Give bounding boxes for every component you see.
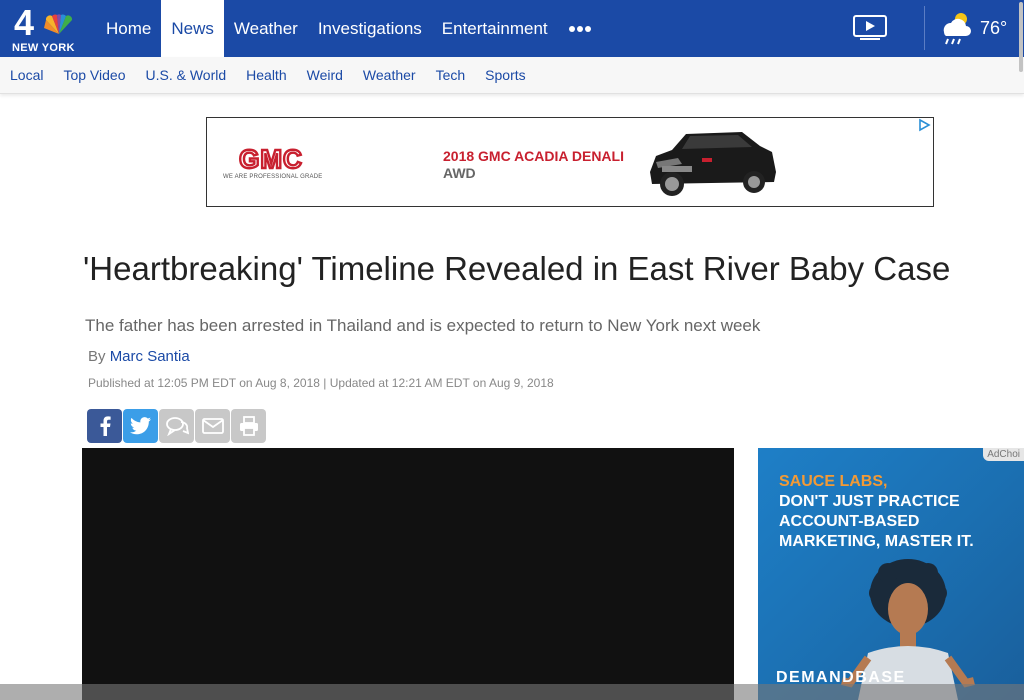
twitter-share-button[interactable]	[123, 409, 158, 443]
print-icon	[239, 416, 258, 436]
peacock-icon	[44, 14, 73, 34]
video-player[interactable]	[82, 448, 734, 700]
bottom-overlay-bar	[0, 684, 1024, 700]
author-link[interactable]: Marc Santia	[110, 348, 190, 365]
gmc-banner-ad[interactable]: GMC WE ARE PROFESSIONAL GRADE 2018 GMC A…	[206, 117, 934, 207]
weather-divider	[924, 6, 925, 50]
byline-prefix: By	[88, 348, 106, 365]
subnav-top-video[interactable]: Top Video	[53, 67, 135, 83]
subnav-local[interactable]: Local	[0, 67, 53, 83]
share-bar	[87, 409, 266, 443]
gmc-logo-text: GMC	[239, 146, 303, 172]
article-headline: 'Heartbreaking' Timeline Revealed in Eas…	[83, 250, 951, 287]
nav-home[interactable]: Home	[96, 0, 161, 57]
play-video-icon[interactable]	[852, 14, 888, 40]
ad-subline: AWD	[443, 165, 476, 181]
comment-icon	[165, 417, 189, 436]
subnav-us-world[interactable]: U.S. & World	[135, 67, 236, 83]
temperature[interactable]: 76°	[980, 18, 1007, 39]
demandbase-side-ad[interactable]: AdChoi SAUCE LABS, DON'T JUST PRACTICE A…	[758, 448, 1024, 700]
top-navigation-bar: 4 NEW YORK Home News Weather Investigati…	[0, 0, 1024, 57]
email-share-button[interactable]	[195, 409, 230, 443]
logo-number: 4	[14, 2, 35, 43]
publish-dates: Published at 12:05 PM EDT on Aug 8, 2018…	[88, 376, 554, 390]
comment-share-button[interactable]	[159, 409, 194, 443]
rain-sun-icon[interactable]	[938, 10, 972, 46]
sub-navigation-bar: Local Top Video U.S. & World Health Weir…	[0, 57, 1024, 94]
side-ad-message: DON'T JUST PRACTICE ACCOUNT-BASED MARKET…	[779, 493, 974, 550]
twitter-icon	[129, 417, 151, 435]
email-icon	[201, 418, 224, 434]
subnav-health[interactable]: Health	[236, 67, 296, 83]
byline: By Marc Santia	[88, 348, 190, 365]
print-share-button[interactable]	[231, 409, 266, 443]
nav-weather[interactable]: Weather	[224, 0, 308, 57]
scrollbar[interactable]	[1018, 0, 1024, 700]
nav-entertainment[interactable]: Entertainment	[432, 0, 558, 57]
nav-investigations[interactable]: Investigations	[308, 0, 432, 57]
article-subhead: The father has been arrested in Thailand…	[85, 316, 761, 335]
nav-news[interactable]: News	[161, 0, 224, 57]
ad-headline: 2018 GMC ACADIA DENALI	[443, 148, 624, 164]
suv-image	[650, 132, 776, 196]
more-dots-icon[interactable]	[558, 0, 602, 57]
facebook-icon	[100, 416, 111, 436]
subnav-sports[interactable]: Sports	[475, 67, 535, 83]
subnav-weird[interactable]: Weird	[297, 67, 353, 83]
nbc-new-york-logo[interactable]: 4 NEW YORK	[10, 2, 80, 54]
gmc-logo: GMC	[223, 146, 319, 172]
subnav-weather[interactable]: Weather	[353, 67, 426, 83]
subnav-tech[interactable]: Tech	[426, 67, 476, 83]
gmc-tagline: WE ARE PROFESSIONAL GRADE	[223, 174, 323, 180]
scrollbar-thumb[interactable]	[1019, 2, 1023, 72]
side-ad-brand: SAUCE LABS,	[779, 473, 888, 490]
adchoices-icon[interactable]	[917, 118, 931, 132]
facebook-share-button[interactable]	[87, 409, 122, 443]
logo-city: NEW YORK	[12, 42, 75, 54]
main-nav: Home News Weather Investigations Enterta…	[96, 0, 602, 57]
